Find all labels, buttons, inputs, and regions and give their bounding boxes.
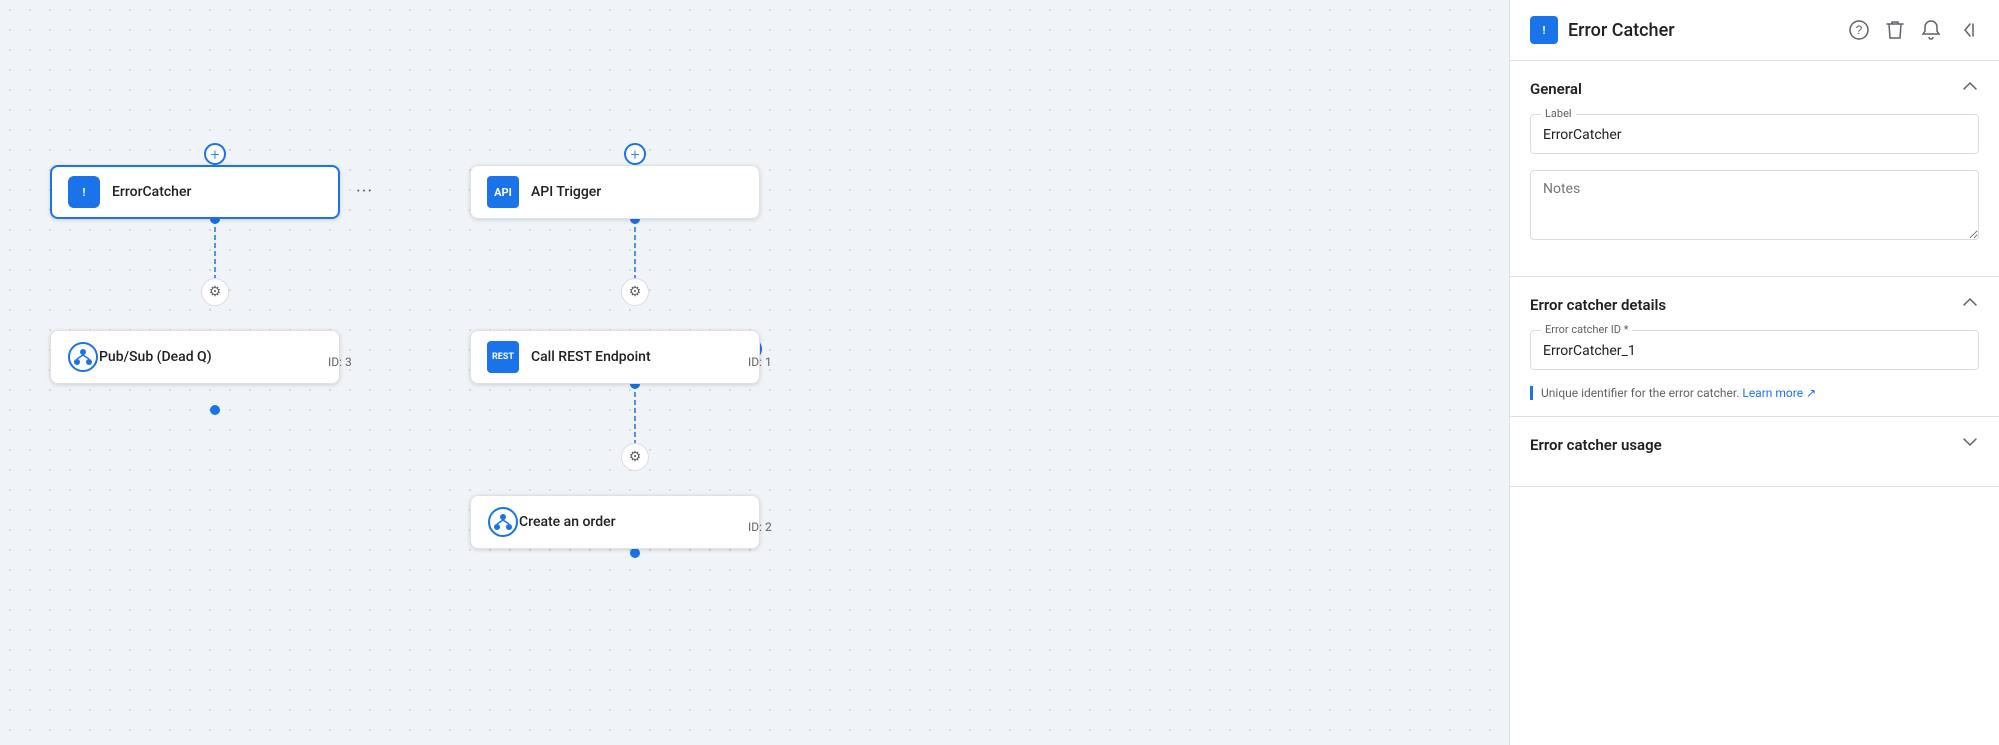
general-section-title: General [1530, 80, 1582, 98]
general-section: General Label [1510, 61, 1999, 277]
create-order-label: Create an order [519, 514, 743, 530]
panel-title: Error Catcher [1568, 20, 1837, 41]
label-field-group: Label [1530, 114, 1979, 154]
call-rest-id-badge: ID: 1 [748, 355, 772, 369]
error-catcher-icon: ! [68, 176, 100, 208]
error-details-title: Error catcher details [1530, 296, 1666, 314]
error-catcher-id-group: Error catcher ID * [1530, 330, 1979, 370]
help-text-content: Unique identifier for the error catcher. [1541, 386, 1739, 400]
pubsub-label: Pub/Sub (Dead Q) [99, 349, 323, 365]
create-order-icon [487, 506, 519, 538]
add-before-api-trigger[interactable]: + [624, 143, 646, 165]
error-catcher-id-label: Error catcher ID * [1541, 323, 1632, 336]
node-api-trigger[interactable]: API API Trigger [470, 165, 760, 219]
node-call-rest[interactable]: REST Call REST Endpoint [470, 330, 760, 384]
bell-icon[interactable] [1919, 18, 1943, 42]
error-details-header: Error catcher details [1530, 293, 1979, 316]
error-usage-header: Error catcher usage [1530, 433, 1979, 456]
api-trigger-label: API Trigger [531, 184, 743, 200]
error-usage-expand-icon[interactable] [1961, 433, 1979, 456]
error-catcher-id-wrapper: Error catcher ID * [1530, 330, 1979, 370]
collapse-panel-icon[interactable] [1955, 18, 1979, 42]
pubsub-icon [67, 341, 99, 373]
panel-header-icons: ? [1847, 18, 1979, 42]
error-usage-title: Error catcher usage [1530, 436, 1662, 454]
rest-icon: REST [487, 341, 519, 373]
help-text: Unique identifier for the error catcher.… [1530, 386, 1979, 400]
help-icon[interactable]: ? [1847, 18, 1871, 42]
create-order-id-badge: ID: 2 [748, 520, 772, 534]
right-panel: ! Error Catcher ? [1509, 0, 1999, 745]
canvas-area[interactable]: + ! ErrorCatcher ··· ⚙ Pub/Sub (Dead Q) … [0, 0, 1509, 745]
more-options-button[interactable]: ··· [356, 181, 373, 202]
delete-icon[interactable] [1883, 18, 1907, 42]
panel-header: ! Error Catcher ? [1510, 0, 1999, 61]
node-error-catcher[interactable]: ! ErrorCatcher [50, 165, 340, 219]
notes-textarea[interactable] [1530, 170, 1979, 240]
panel-title-icon: ! [1530, 16, 1558, 44]
gear-icon-1[interactable]: ⚙ [201, 278, 229, 306]
learn-more-link[interactable]: Learn more ↗ [1742, 386, 1816, 400]
error-catcher-details-section: Error catcher details Error catcher ID *… [1510, 277, 1999, 417]
error-catcher-label: ErrorCatcher [112, 184, 322, 200]
error-details-collapse-icon[interactable] [1961, 293, 1979, 316]
notes-field-group [1530, 170, 1979, 244]
general-collapse-icon[interactable] [1961, 77, 1979, 100]
api-trigger-icon: API [487, 176, 519, 208]
pubsub-id-badge: ID: 3 [328, 355, 352, 369]
error-catcher-id-input[interactable] [1531, 331, 1978, 369]
call-rest-label: Call REST Endpoint [531, 349, 743, 365]
node-create-order[interactable]: Create an order [470, 495, 760, 549]
node-pubsub[interactable]: Pub/Sub (Dead Q) [50, 330, 340, 384]
add-before-error-catcher[interactable]: + [204, 143, 226, 165]
label-field-wrapper: Label [1530, 114, 1979, 154]
error-catcher-usage-section: Error catcher usage [1510, 417, 1999, 487]
label-input[interactable] [1531, 115, 1978, 153]
gear-icon-3[interactable]: ⚙ [621, 443, 649, 471]
gear-icon-2[interactable]: ⚙ [621, 278, 649, 306]
label-field-label: Label [1541, 107, 1576, 120]
svg-text:?: ? [1856, 23, 1863, 37]
general-section-header: General [1530, 77, 1979, 100]
